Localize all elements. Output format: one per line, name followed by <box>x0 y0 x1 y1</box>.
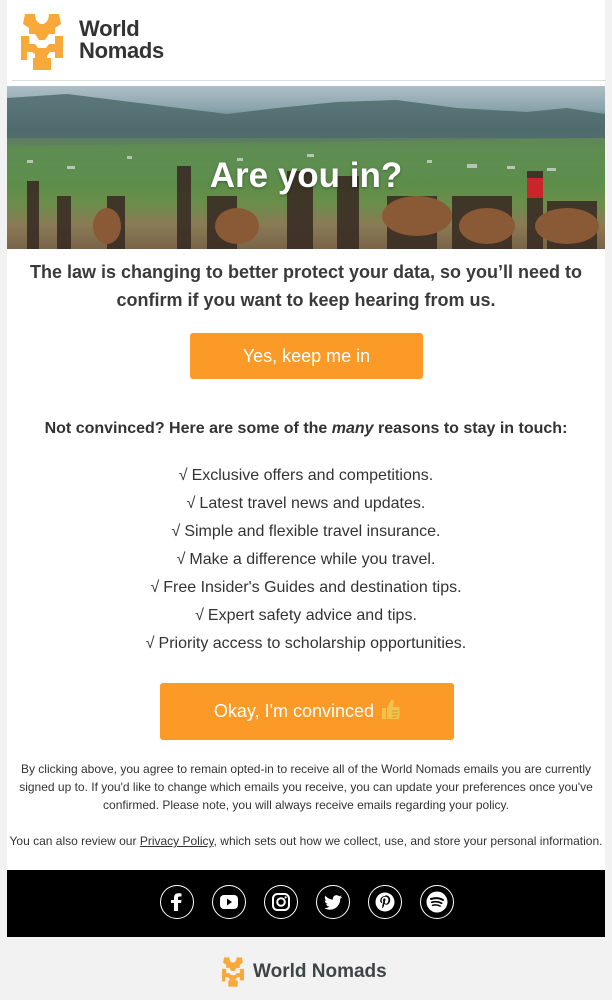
reason-text: Expert safety advice and tips. <box>207 607 417 624</box>
privacy-text-end: , which sets out how we collect, use, an… <box>213 834 603 848</box>
pinterest-icon[interactable] <box>368 885 402 919</box>
reasons-list: √ Exclusive offers and competitions. √ Lat… <box>7 462 605 658</box>
email-card: World Nomads Are you in? The law is chan… <box>7 0 606 937</box>
reason-text: Simple and flexible travel insurance. <box>184 523 441 540</box>
world-nomads-logo-icon[interactable] <box>21 12 63 70</box>
convinced-button[interactable]: Okay, I'm convinced <box>160 683 454 740</box>
checkmark-icon: √ <box>178 467 188 484</box>
footer-brand-name: World Nomads <box>253 961 387 982</box>
reasons-heading-end: reasons to stay in touch: <box>373 420 568 437</box>
brand-line-2: Nomads <box>79 38 164 63</box>
facebook-icon[interactable] <box>160 885 194 919</box>
email-footer: World Nomads <box>0 937 612 1000</box>
world-nomads-logo-icon[interactable] <box>222 956 244 987</box>
reason-text: Free Insider's Guides and destination ti… <box>163 579 462 596</box>
convinced-button-label: Okay, I'm convinced <box>213 701 375 721</box>
intro-text: The law is changing to better protect yo… <box>29 262 583 310</box>
checkmark-icon: √ <box>186 495 196 512</box>
list-item: √ Priority access to scholarship opportun… <box>7 630 605 658</box>
reason-text: Priority access to scholarship opportuni… <box>158 635 467 652</box>
youtube-icon[interactable] <box>212 885 246 919</box>
checkmark-icon: √ <box>195 607 204 624</box>
privacy-policy-link[interactable]: Privacy Policy <box>140 834 214 848</box>
hero-banner: Are you in? <box>7 86 605 249</box>
hero-title: Are you in? <box>209 156 403 195</box>
instagram-icon[interactable] <box>264 885 298 919</box>
checkmark-icon: √ <box>176 551 186 568</box>
brand-name: World Nomads <box>79 18 164 62</box>
keep-me-in-button[interactable]: Yes, keep me in <box>190 333 423 379</box>
checkmark-icon: √ <box>171 523 181 540</box>
reasons-heading: Not convinced? Here are some of the many… <box>7 418 605 440</box>
privacy-text-start: You can also review our <box>9 834 140 848</box>
checkmark-icon: √ <box>145 635 155 652</box>
reasons-heading-emphasis: many <box>331 420 374 437</box>
reason-text: Latest travel news and updates. <box>199 495 426 512</box>
list-item: √ Latest travel news and updates. <box>7 490 605 518</box>
reasons-heading-start: Not convinced? Here are some of the <box>44 420 332 437</box>
spotify-icon[interactable] <box>420 885 454 919</box>
list-item: √ Simple and flexible travel insurance. <box>7 518 605 546</box>
twitter-icon[interactable] <box>316 885 350 919</box>
list-item: √ Exclusive offers and competitions. <box>7 462 605 490</box>
checkmark-icon: √ <box>150 579 160 596</box>
thumbs-up-icon <box>382 699 401 719</box>
reason-text: Make a difference while you travel. <box>189 551 436 568</box>
reason-text: Exclusive offers and competitions. <box>191 467 434 484</box>
list-item: √ Make a difference while you travel. <box>7 546 605 574</box>
brand-line-1: World <box>79 16 140 41</box>
list-item: √ Expert safety advice and tips. <box>7 602 605 630</box>
header-divider <box>12 80 606 81</box>
list-item: √ Free Insider's Guides and destination t… <box>7 574 605 602</box>
social-bar <box>7 870 605 937</box>
email-header: World Nomads <box>7 0 606 82</box>
privacy-notice: You can also review our Privacy Policy, … <box>7 832 605 850</box>
social-links <box>160 885 454 919</box>
opt-in-disclaimer: By clicking above, you agree to remain o… <box>19 762 593 812</box>
